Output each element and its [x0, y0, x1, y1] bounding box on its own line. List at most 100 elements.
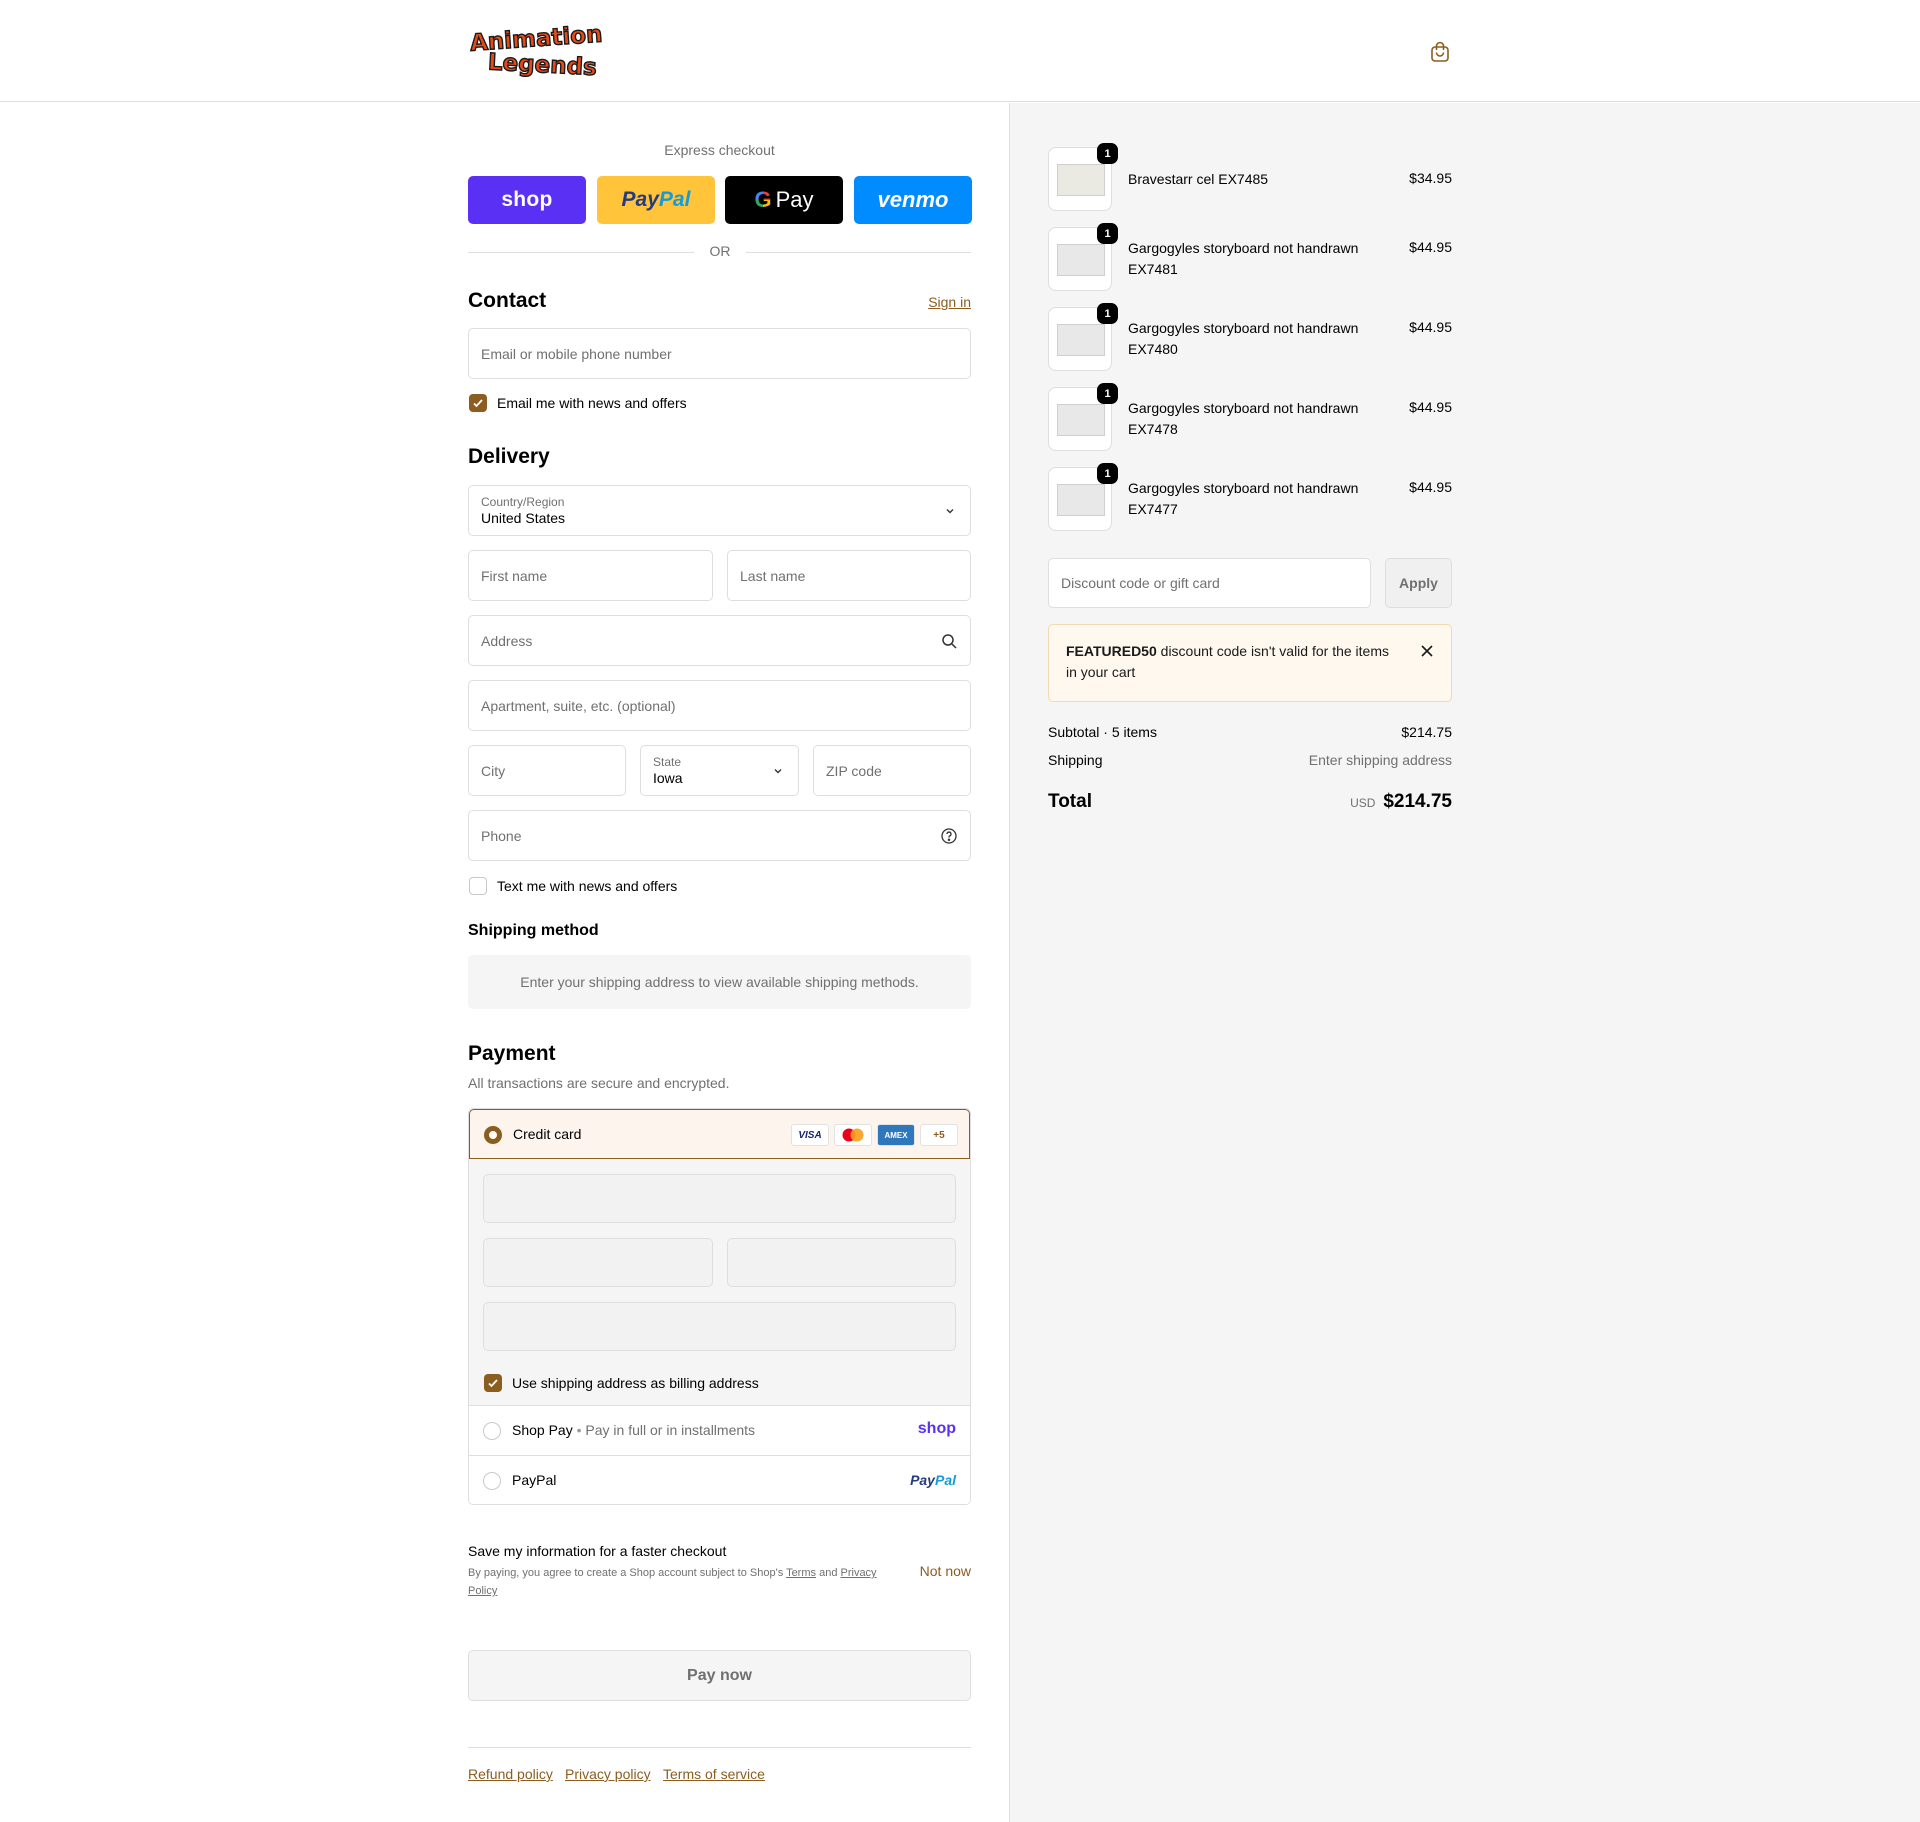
paypal-label-a: Pay: [621, 188, 659, 211]
close-icon[interactable]: [1419, 643, 1435, 659]
venmo-express-button[interactable]: venmo: [854, 176, 972, 224]
last-name-field[interactable]: Last name: [727, 550, 971, 601]
paypal-option-label: PayPal: [512, 1472, 557, 1488]
shipping-method-text: Enter your shipping address to view avai…: [520, 974, 919, 990]
apartment-placeholder: Apartment, suite, etc. (optional): [481, 697, 676, 714]
state-label: State: [653, 754, 682, 769]
payment-methods: Credit card VISA AMEX +5 Use shipping ad…: [468, 1108, 971, 1505]
shop-pay-express-button[interactable]: shop: [468, 176, 586, 224]
save-info-terms-text: By paying, you agree to create a Shop ac…: [468, 1567, 784, 1579]
product-price: $44.95: [1409, 479, 1452, 495]
paypal-logo-b: Pal: [934, 1472, 956, 1488]
checkmark-icon: [488, 1379, 498, 1388]
google-pay-express-button[interactable]: G Pay: [725, 176, 843, 224]
quantity-badge: 1: [1097, 303, 1118, 324]
shop-terms-link[interactable]: Terms: [786, 1567, 816, 1579]
help-circle-icon[interactable]: [940, 827, 958, 845]
shop-pay-radio[interactable]: [483, 1422, 501, 1440]
save-info-title: Save my information for a faster checkou…: [468, 1543, 727, 1559]
header: Animation Legends: [0, 0, 1920, 102]
total-label: Total: [1048, 791, 1092, 812]
shopping-bag-icon[interactable]: [1428, 40, 1452, 64]
card-expiry-field[interactable]: [483, 1238, 713, 1287]
zip-field[interactable]: ZIP code: [813, 745, 971, 796]
city-field[interactable]: City: [468, 745, 626, 796]
product-name: Gargogyles storyboard not handrawn EX747…: [1128, 480, 1359, 517]
email-news-label: Email me with news and offers: [497, 395, 687, 411]
product-price: $34.95: [1409, 170, 1452, 186]
state-value: Iowa: [653, 769, 683, 786]
product-name: Gargogyles storyboard not handrawn EX748…: [1128, 320, 1359, 357]
not-now-button[interactable]: Not now: [920, 1563, 971, 1579]
credit-card-radio[interactable]: [484, 1126, 502, 1144]
card-number-field[interactable]: [483, 1174, 956, 1223]
product-price: $44.95: [1409, 239, 1452, 255]
discount-error-alert: FEATURED50 discount code isn't valid for…: [1048, 624, 1452, 702]
privacy-policy-link[interactable]: Privacy policy: [565, 1766, 651, 1782]
billing-same-checkbox[interactable]: [484, 1374, 502, 1392]
quantity-badge: 1: [1097, 223, 1118, 244]
billing-same-label: Use shipping address as billing address: [512, 1375, 759, 1391]
subtotal-row: Subtotal · 5 items $214.75: [1048, 724, 1452, 740]
google-g-icon: G: [754, 187, 772, 212]
email-field[interactable]: Email or mobile phone number: [468, 328, 971, 379]
shipping-row: Shipping Enter shipping address: [1048, 752, 1452, 768]
payment-heading: Payment: [468, 1042, 556, 1065]
product-name: Bravestarr cel EX7485: [1128, 171, 1269, 187]
google-pay-label: Pay: [775, 187, 814, 212]
pay-now-button[interactable]: Pay now: [468, 1650, 971, 1701]
total-value: $214.75: [1383, 791, 1452, 812]
chevron-down-icon: [774, 769, 782, 774]
order-summary-panel: [1009, 103, 1920, 1822]
email-news-checkbox[interactable]: [469, 394, 487, 412]
visa-icon: VISA: [791, 1124, 829, 1146]
animation-legends-logo[interactable]: Animation Legends: [468, 20, 608, 80]
address-placeholder: Address: [481, 632, 533, 649]
mastercard-icon: [834, 1124, 872, 1146]
venmo-label: venmo: [877, 187, 949, 212]
text-news-checkbox[interactable]: [469, 877, 487, 895]
address-field[interactable]: Address: [468, 615, 971, 666]
text-news-label: Text me with news and offers: [497, 878, 678, 894]
paypal-radio[interactable]: [483, 1472, 501, 1490]
paypal-option[interactable]: PayPal PayPal: [469, 1455, 970, 1504]
quantity-badge: 1: [1097, 383, 1118, 404]
sign-in-link[interactable]: Sign in: [928, 294, 971, 310]
paypal-logo-icon: PayPal: [910, 1472, 956, 1488]
credit-card-label: Credit card: [513, 1126, 582, 1142]
shipping-method-message: Enter your shipping address to view avai…: [468, 955, 971, 1009]
apply-discount-button[interactable]: Apply: [1385, 558, 1452, 608]
card-name-field[interactable]: [483, 1302, 956, 1351]
total-row: Total USD $214.75: [1048, 791, 1452, 815]
shop-pay-option-label: Shop Pay • Pay in full or in installment…: [512, 1422, 756, 1438]
state-select[interactable]: State Iowa: [640, 745, 799, 796]
shop-pay-option[interactable]: Shop Pay • Pay in full or in installment…: [469, 1405, 970, 1455]
currency-code: USD: [1350, 796, 1376, 810]
discount-code-field[interactable]: Discount code or gift card: [1048, 558, 1371, 608]
contact-heading: Contact: [468, 289, 547, 312]
shop-pay-option-sub: Pay in full or in installments: [585, 1422, 756, 1438]
paypal-express-button[interactable]: Pay Pal: [597, 176, 715, 224]
refund-policy-link[interactable]: Refund policy: [468, 1766, 553, 1782]
shop-logo-icon: shop: [917, 1420, 956, 1437]
card-cvv-field[interactable]: [727, 1238, 956, 1287]
country-select[interactable]: Country/Region United States: [468, 485, 971, 536]
quantity-badge: 1: [1097, 143, 1118, 164]
product-price: $44.95: [1409, 319, 1452, 335]
pay-now-label: Pay now: [687, 1666, 752, 1684]
terms-of-service-link[interactable]: Terms of service: [663, 1766, 765, 1782]
shipping-value: Enter shipping address: [1308, 752, 1452, 768]
phone-field[interactable]: Phone: [468, 810, 971, 861]
first-name-field[interactable]: First name: [468, 550, 713, 601]
or-text: OR: [694, 243, 746, 259]
product-price: $44.95: [1409, 399, 1452, 415]
paypal-label-b: Pal: [658, 188, 691, 211]
amex-icon: AMEX: [877, 1124, 915, 1146]
apartment-field[interactable]: Apartment, suite, etc. (optional): [468, 680, 971, 731]
credit-card-option[interactable]: Credit card VISA AMEX +5: [469, 1109, 970, 1159]
shop-pay-label: shop: [501, 188, 553, 211]
delivery-heading: Delivery: [468, 445, 550, 468]
search-icon: [942, 634, 957, 649]
subtotal-value: $214.75: [1401, 724, 1452, 740]
zip-placeholder: ZIP code: [826, 762, 882, 779]
